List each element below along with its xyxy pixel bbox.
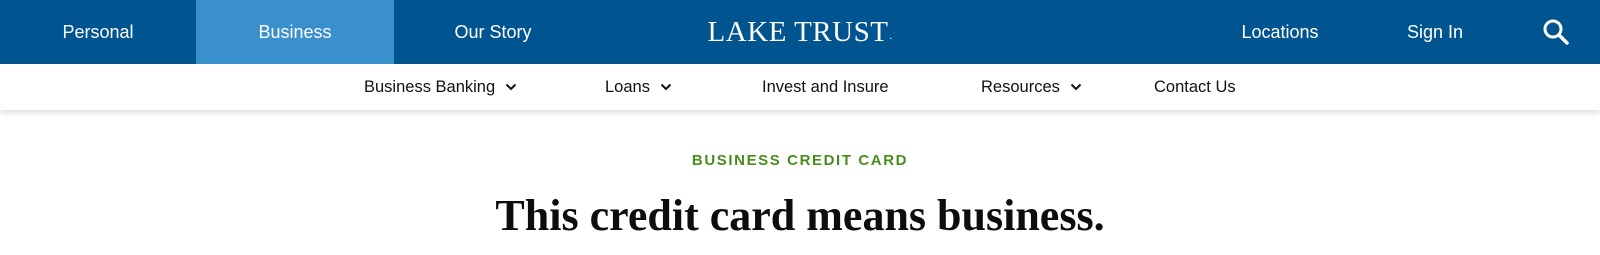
chevron-down-icon bbox=[660, 83, 672, 91]
top-navigation-bar: Personal Business Our Story LAKE TRUST. … bbox=[0, 0, 1600, 64]
hero-headline: This credit card means business. bbox=[495, 191, 1105, 240]
subnav-label: Resources bbox=[981, 77, 1060, 96]
nav-locations[interactable]: Locations bbox=[1220, 0, 1340, 64]
subnav-contact-us[interactable]: Contact Us bbox=[1154, 64, 1236, 110]
hero-eyebrow: BUSINESS CREDIT CARD bbox=[691, 152, 909, 169]
chevron-down-icon bbox=[505, 83, 517, 91]
subnav-label: Loans bbox=[605, 77, 650, 96]
subnav-business-banking[interactable]: Business Banking bbox=[364, 64, 517, 110]
search-icon bbox=[1543, 19, 1569, 45]
subnav-label: Business Banking bbox=[364, 77, 496, 96]
subnav-label: Contact Us bbox=[1154, 77, 1236, 96]
subnav-loans[interactable]: Loans bbox=[605, 64, 672, 110]
chevron-down-icon bbox=[1070, 83, 1082, 91]
search-button[interactable] bbox=[1534, 12, 1578, 52]
nav-sign-in[interactable]: Sign In bbox=[1368, 0, 1502, 64]
logo-mark: . bbox=[889, 31, 893, 42]
nav-our-story[interactable]: Our Story bbox=[394, 0, 592, 64]
lake-trust-logo[interactable]: LAKE TRUST. bbox=[690, 0, 910, 64]
business-sub-navigation: Business Banking Loans Invest and Insure… bbox=[0, 64, 1600, 110]
subnav-invest-and-insure[interactable]: Invest and Insure bbox=[762, 64, 889, 110]
subnav-label: Invest and Insure bbox=[762, 77, 889, 96]
nav-business[interactable]: Business bbox=[196, 0, 394, 64]
nav-personal[interactable]: Personal bbox=[0, 0, 196, 64]
logo-text: LAKE TRUST bbox=[707, 15, 889, 48]
subnav-resources[interactable]: Resources bbox=[981, 64, 1082, 110]
